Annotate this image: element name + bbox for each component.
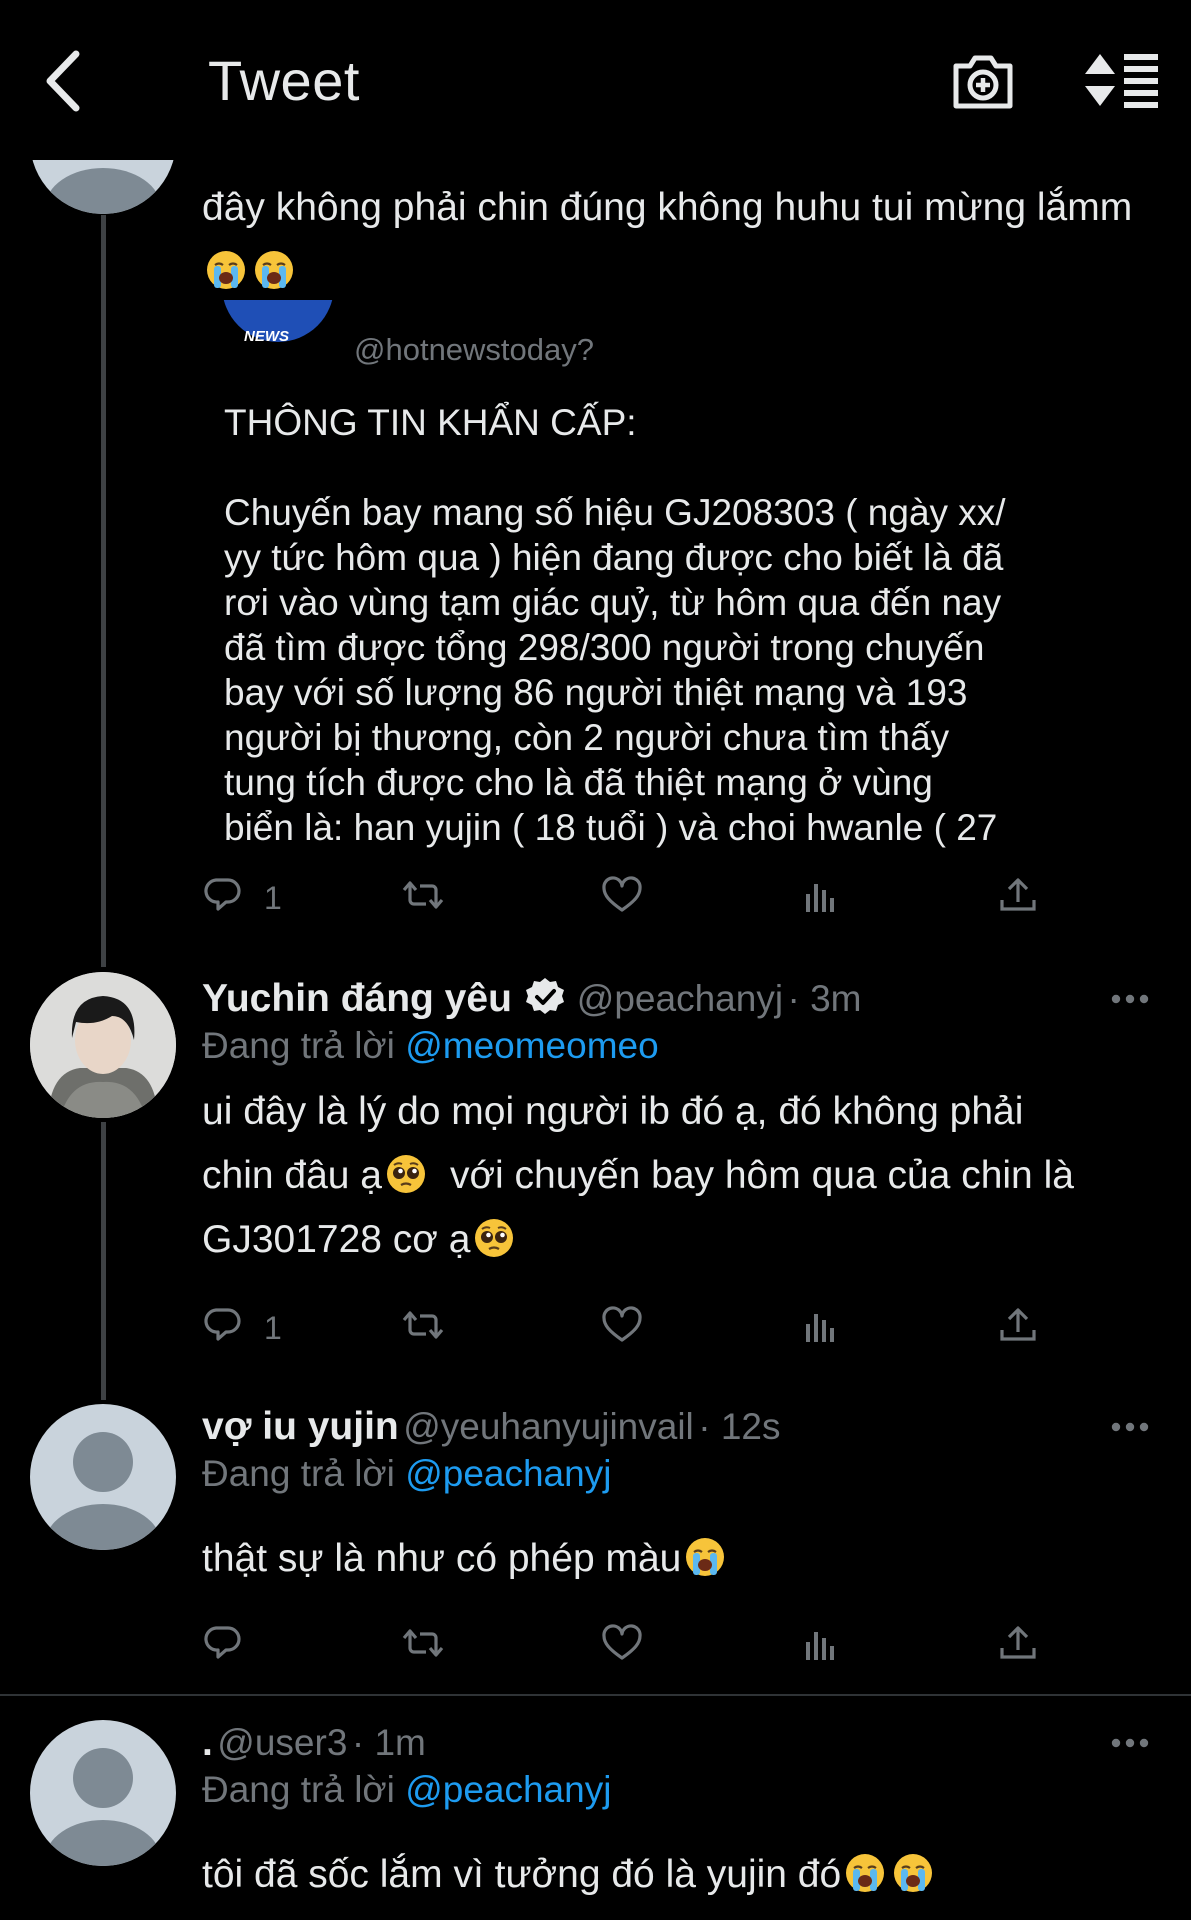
pleading-face-emoji	[385, 1154, 426, 1194]
back-button[interactable]	[40, 46, 90, 116]
loudly-crying-face-emoji	[254, 250, 294, 290]
replying-to: Đang trả lời @peachanyj	[202, 1769, 612, 1810]
divider	[0, 1694, 1191, 1696]
top-bar: Tweet	[0, 0, 1191, 160]
more-button[interactable]	[1110, 992, 1150, 1011]
reply-button[interactable]: 1	[202, 876, 302, 932]
news-logo-text: NEWS	[244, 328, 289, 345]
thread-line	[101, 1122, 106, 1400]
reply-icon	[204, 1308, 241, 1341]
page-title: Tweet	[208, 49, 360, 112]
reply-icon	[204, 878, 241, 911]
chevron-left-icon	[46, 50, 80, 112]
display-name[interactable]: Yuchin đáng yêu	[202, 977, 512, 1020]
tweet-text: tôi đã sốc lắm vì tưởng đó là yujin đó	[202, 1843, 1162, 1907]
timestamp: · 3m	[787, 978, 862, 1019]
views-icon	[806, 884, 834, 912]
thread-line	[101, 215, 106, 967]
more-button[interactable]	[1110, 1420, 1150, 1439]
views-button[interactable]	[800, 878, 840, 934]
reply-count: 1	[264, 880, 282, 916]
tweet-text: thật sự là như có phép màu	[202, 1527, 1162, 1591]
reply-count: 1	[264, 1310, 282, 1346]
quote-body: THÔNG TIN KHẨN CẤP: Chuyến bay mang số h…	[224, 402, 1006, 848]
timestamp: · 1m	[351, 1722, 426, 1763]
quote-handle: @hotnewstoday?	[354, 332, 595, 367]
pleading-face-emoji	[474, 1218, 515, 1258]
camera-plus-icon	[953, 55, 1013, 109]
like-button[interactable]	[601, 876, 647, 932]
verified-badge-icon	[526, 978, 565, 1014]
heart-icon	[602, 876, 642, 912]
reply-button[interactable]	[202, 1624, 248, 1680]
mention-link[interactable]: @meomeomeo	[405, 1025, 659, 1066]
user-handle[interactable]: @peachanyj	[577, 978, 783, 1019]
loudly-crying-face-emoji	[206, 250, 246, 290]
retweet-button[interactable]	[400, 1624, 446, 1680]
retweet-icon	[402, 881, 444, 909]
views-button[interactable]	[800, 1626, 840, 1682]
share-button[interactable]	[998, 1624, 1038, 1680]
heart-icon	[602, 1624, 642, 1660]
timestamp: · 12s	[698, 1406, 781, 1447]
loudly-crying-face-emoji	[893, 1853, 934, 1893]
reply-icon	[204, 1626, 241, 1659]
user-handle[interactable]: @user3	[217, 1722, 347, 1763]
retweet-button[interactable]	[400, 1306, 446, 1362]
share-button[interactable]	[998, 1306, 1038, 1362]
more-icon	[1111, 994, 1149, 1004]
more-button[interactable]	[1110, 1736, 1150, 1755]
profile-photo	[30, 972, 176, 1118]
tweet-header: . @user3 · 1m	[202, 1721, 426, 1765]
sort-button[interactable]	[1082, 48, 1162, 114]
more-icon	[1111, 1738, 1149, 1748]
share-icon	[1000, 1308, 1036, 1341]
tweet-text: đây không phải chin đúng không huhu tui …	[202, 176, 1142, 304]
avatar[interactable]	[30, 1404, 176, 1550]
like-button[interactable]	[601, 1624, 647, 1680]
views-button[interactable]	[800, 1308, 840, 1364]
mention-link[interactable]: @peachanyj	[405, 1453, 611, 1494]
loudly-crying-face-emoji	[845, 1853, 886, 1893]
loudly-crying-face-emoji	[685, 1537, 726, 1577]
mention-link[interactable]: @peachanyj	[405, 1769, 611, 1810]
replying-to: Đang trả lời @peachanyj	[202, 1453, 612, 1494]
quoted-image[interactable]: NEWS @hotnewstoday? THÔNG TIN KHẨN CẤP: …	[222, 300, 1142, 848]
user-handle[interactable]: @yeuhanyujinvail	[403, 1406, 694, 1447]
heart-icon	[602, 1306, 642, 1342]
avatar[interactable]	[30, 972, 176, 1118]
share-icon	[1000, 1626, 1036, 1659]
camera-button[interactable]	[950, 48, 1016, 114]
tweet-text: ui đây là lý do mọi người ib đó ạ, đó kh…	[202, 1090, 1074, 1261]
tweet-header: vợ iu yujin @yeuhanyujinvail · 12s	[202, 1405, 781, 1449]
like-button[interactable]	[601, 1306, 647, 1362]
more-icon	[1111, 1422, 1149, 1432]
retweet-button[interactable]	[400, 876, 446, 932]
sort-icon	[1085, 54, 1158, 108]
display-name[interactable]: vợ iu yujin	[202, 1405, 399, 1448]
reply-button[interactable]: 1	[202, 1306, 302, 1362]
views-icon	[806, 1314, 834, 1342]
display-name[interactable]: .	[202, 1721, 213, 1764]
replying-to: Đang trả lời @meomeomeo	[202, 1025, 659, 1066]
share-button[interactable]	[998, 876, 1038, 932]
news-avatar: NEWS	[222, 300, 334, 345]
tweet-header: Yuchin đáng yêu @peachanyj · 3m	[202, 976, 862, 1021]
avatar[interactable]	[30, 1720, 176, 1866]
share-icon	[1000, 878, 1036, 911]
retweet-icon	[402, 1629, 444, 1657]
views-icon	[806, 1632, 834, 1660]
retweet-icon	[402, 1311, 444, 1339]
